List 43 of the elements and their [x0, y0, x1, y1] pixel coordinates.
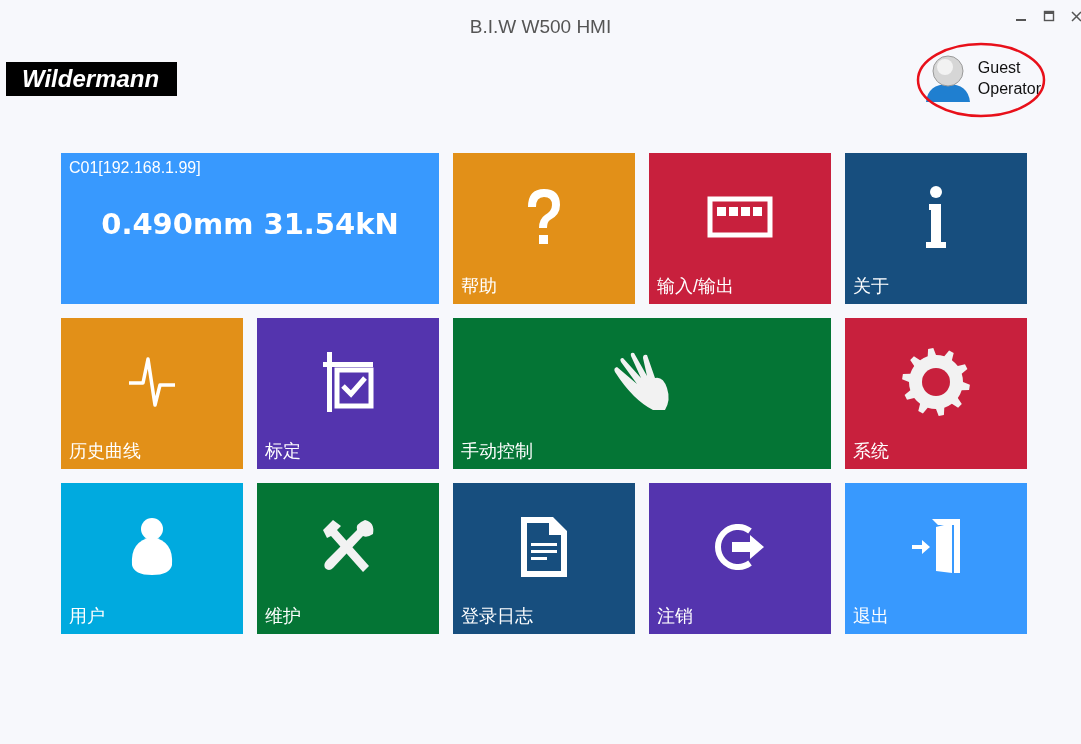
user-role: Operator: [977, 79, 1041, 99]
maximize-icon[interactable]: [1043, 10, 1055, 22]
menu-tile[interactable]: 维护: [257, 483, 439, 634]
tile-label: 登录日志: [460, 605, 534, 628]
menu-tile[interactable]: 退出: [845, 483, 1027, 634]
status-tile[interactable]: C01[192.168.1.99] 0.490mm 31.54kN: [61, 153, 439, 304]
keyboard-icon: [707, 195, 773, 238]
tile-label: 帮助: [460, 275, 498, 298]
tile-label: 手动控制: [460, 440, 534, 463]
window-title: B.I.W W500 HMI: [469, 16, 612, 38]
tile-label: 输入/输出: [656, 275, 735, 298]
tile-label: 用户: [68, 605, 106, 628]
close-icon[interactable]: [1071, 10, 1081, 22]
station-address: C01[192.168.1.99]: [68, 158, 202, 178]
tile-label: 系统: [852, 440, 890, 463]
hand-icon: [613, 351, 671, 412]
ruler-checkbox-icon: [322, 351, 374, 412]
logout-arrow-icon: [715, 523, 765, 570]
pulse-line-icon: [127, 356, 177, 407]
person-icon: [130, 517, 174, 576]
measurement-reading: 0.490mm 31.54kN: [100, 207, 400, 241]
menu-tile[interactable]: 输入/输出: [649, 153, 831, 304]
menu-tile[interactable]: 手动控制: [453, 318, 831, 469]
tile-label: 历史曲线: [68, 440, 142, 463]
menu-tile[interactable]: 登录日志: [453, 483, 635, 634]
door-arrow-icon: [912, 519, 960, 574]
tile-label: 注销: [656, 605, 694, 628]
user-name: Guest: [977, 58, 1022, 78]
tile-label: 关于: [852, 275, 890, 298]
tile-label: 维护: [264, 605, 302, 628]
question-mark-icon: [526, 187, 562, 246]
document-icon: [521, 516, 567, 577]
tile-label: 退出: [852, 605, 890, 628]
info-icon: [925, 184, 947, 249]
logo: Wildermann: [6, 62, 178, 96]
hammer-wrench-icon: [321, 519, 375, 574]
menu-tile[interactable]: 注销: [649, 483, 831, 634]
gear-icon: [901, 346, 971, 417]
tile-label: 标定: [264, 440, 302, 463]
menu-tile[interactable]: 系统: [845, 318, 1027, 469]
menu-tile[interactable]: 标定: [257, 318, 439, 469]
avatar-icon[interactable]: [923, 54, 972, 102]
menu-tile[interactable]: 关于: [845, 153, 1027, 304]
